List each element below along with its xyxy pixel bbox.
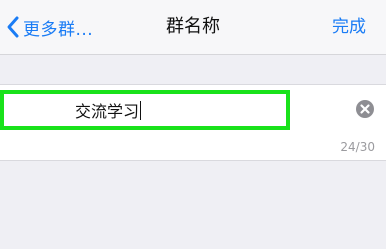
done-button[interactable]: 完成 (332, 14, 366, 40)
text-caret (140, 100, 142, 120)
character-counter: 24/30 (340, 140, 375, 154)
group-name-value: 交流学习 (75, 102, 140, 121)
group-name-card: 交流学习 24/30 (0, 84, 386, 161)
clear-circle-icon (355, 100, 375, 123)
group-name-input[interactable]: 交流学习 (0, 90, 290, 130)
clear-button[interactable] (355, 99, 375, 119)
page-title: 群名称 (166, 16, 220, 37)
navigation-bar: 更多群... 群名称 完成 (0, 0, 386, 55)
